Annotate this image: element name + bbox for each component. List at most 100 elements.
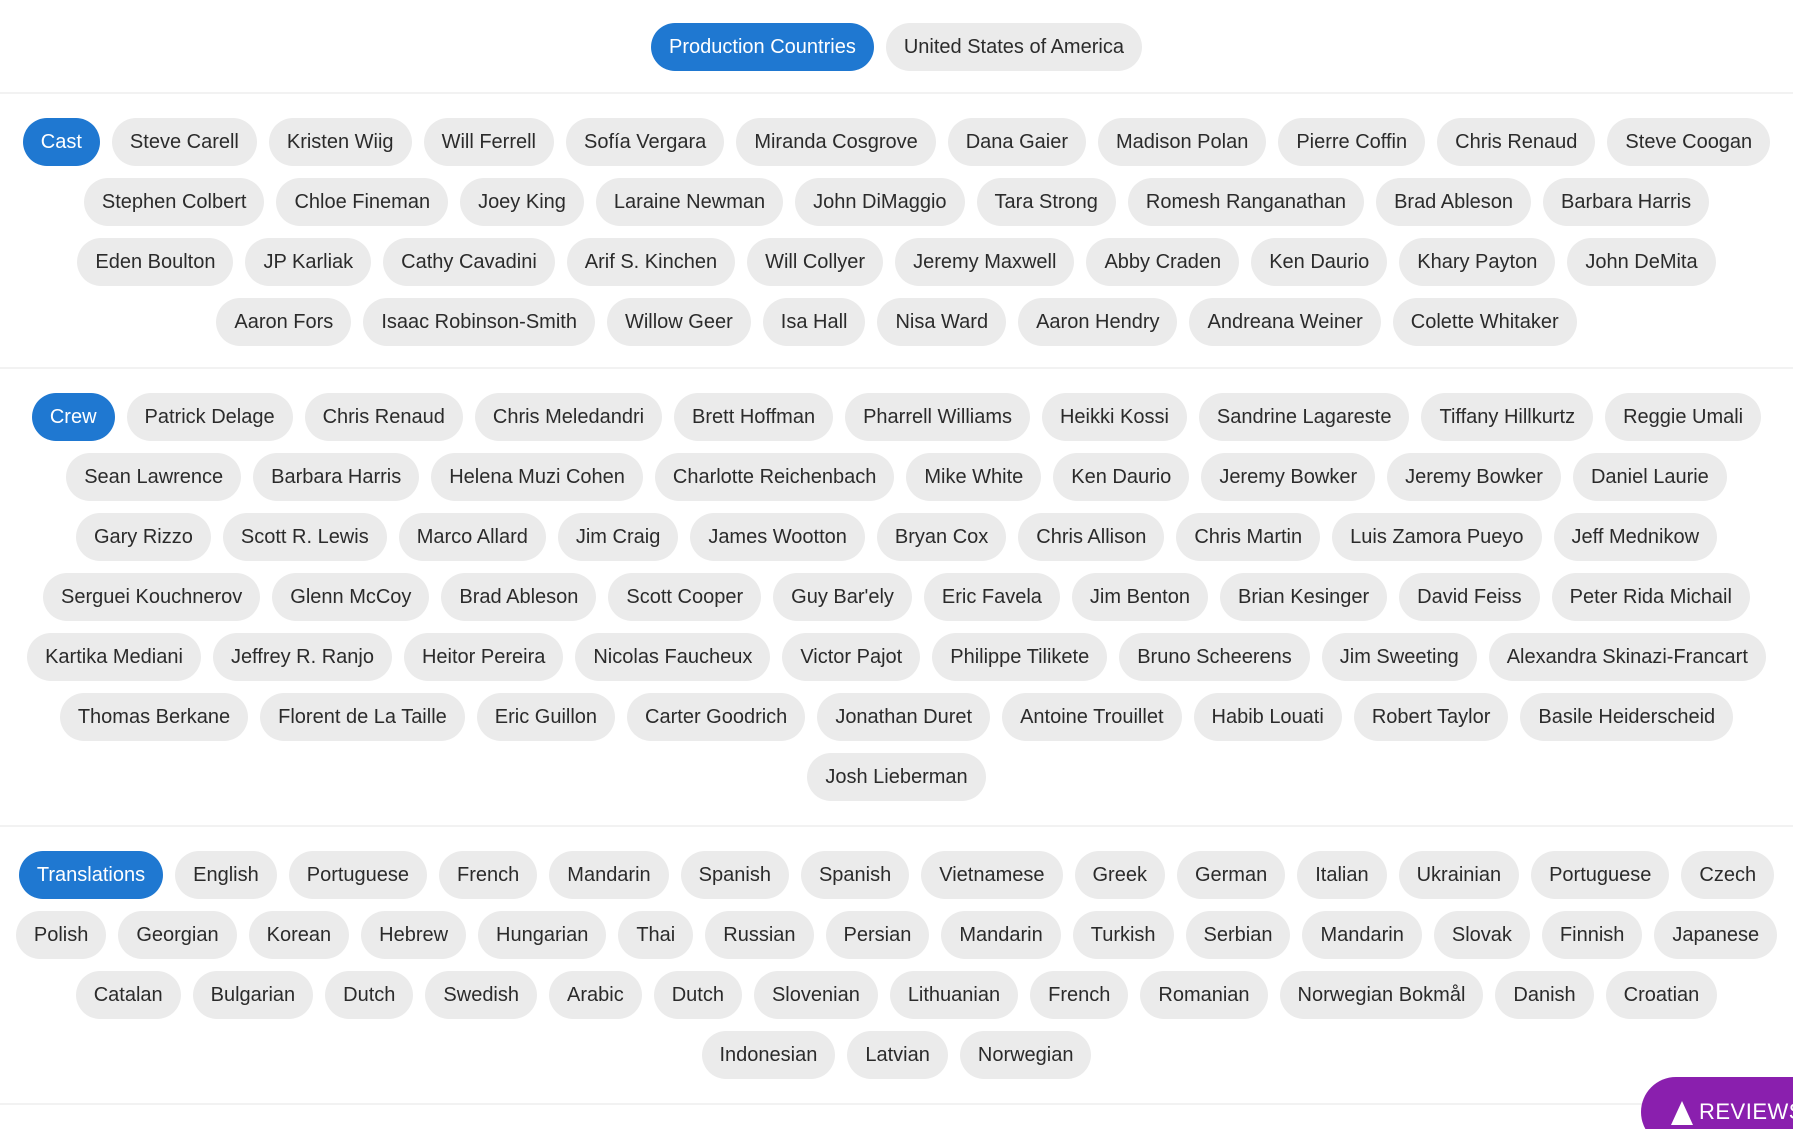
cast-member-chip[interactable]: John DeMita: [1567, 238, 1716, 286]
crew-member-chip[interactable]: Jeff Mednikow: [1553, 513, 1718, 561]
translation-chip[interactable]: Russian: [705, 911, 814, 959]
translation-chip[interactable]: Hebrew: [361, 911, 467, 959]
translation-chip[interactable]: Dutch: [653, 971, 742, 1019]
crew-member-chip[interactable]: Sean Lawrence: [66, 453, 242, 501]
crew-member-chip[interactable]: Charlotte Reichenbach: [654, 453, 895, 501]
translation-chip[interactable]: Lithuanian: [889, 971, 1019, 1019]
cast-member-chip[interactable]: Brad Ableson: [1376, 178, 1532, 226]
crew-member-chip[interactable]: Jim Craig: [557, 513, 679, 561]
crew-member-chip[interactable]: Bryan Cox: [876, 513, 1007, 561]
cast-member-chip[interactable]: Jeremy Maxwell: [895, 238, 1075, 286]
crew-member-chip[interactable]: Alexandra Skinazi-Francart: [1488, 633, 1766, 681]
cast-member-chip[interactable]: Arif S. Kinchen: [566, 238, 736, 286]
cast-member-chip[interactable]: Colette Whitaker: [1392, 298, 1577, 346]
crew-member-chip[interactable]: Marco Allard: [398, 513, 546, 561]
crew-member-chip[interactable]: Nicolas Faucheux: [575, 633, 771, 681]
crew-member-chip[interactable]: Brian Kesinger: [1219, 573, 1388, 621]
crew-member-chip[interactable]: Florent de La Taille: [260, 693, 465, 741]
crew-member-chip[interactable]: Josh Lieberman: [807, 753, 986, 801]
cast-member-chip[interactable]: Dana Gaier: [947, 118, 1087, 166]
crew-member-chip[interactable]: Scott Cooper: [608, 573, 762, 621]
translation-chip[interactable]: Hungarian: [478, 911, 607, 959]
cast-member-chip[interactable]: Stephen Colbert: [83, 178, 265, 226]
translation-chip[interactable]: Slovenian: [753, 971, 878, 1019]
cast-member-chip[interactable]: Pierre Coffin: [1278, 118, 1426, 166]
cast-member-chip[interactable]: Abby Craden: [1086, 238, 1240, 286]
translation-chip[interactable]: Portuguese: [1531, 851, 1670, 899]
crew-heading-chip[interactable]: Crew: [31, 393, 115, 441]
crew-member-chip[interactable]: Scott R. Lewis: [222, 513, 387, 561]
translation-chip[interactable]: Mandarin: [1302, 911, 1422, 959]
translation-chip[interactable]: Latvian: [847, 1031, 948, 1079]
crew-member-chip[interactable]: Heitor Pereira: [403, 633, 564, 681]
crew-member-chip[interactable]: Chris Allison: [1018, 513, 1165, 561]
translation-chip[interactable]: Polish: [15, 911, 107, 959]
crew-member-chip[interactable]: James Wootton: [690, 513, 865, 561]
crew-member-chip[interactable]: Gary Rizzo: [75, 513, 211, 561]
crew-member-chip[interactable]: Eric Guillon: [476, 693, 616, 741]
production-heading-chip[interactable]: Production Countries: [651, 23, 874, 71]
translation-chip[interactable]: Bulgarian: [192, 971, 314, 1019]
cast-heading-chip[interactable]: Cast: [22, 118, 100, 166]
crew-member-chip[interactable]: Kartika Mediani: [27, 633, 201, 681]
crew-member-chip[interactable]: Patrick Delage: [126, 393, 293, 441]
translation-chip[interactable]: Czech: [1681, 851, 1775, 899]
translation-chip[interactable]: Mandarin: [549, 851, 669, 899]
crew-member-chip[interactable]: Daniel Laurie: [1572, 453, 1727, 501]
cast-member-chip[interactable]: Isa Hall: [762, 298, 866, 346]
cast-member-chip[interactable]: Nisa Ward: [877, 298, 1007, 346]
crew-member-chip[interactable]: Jeremy Bowker: [1201, 453, 1376, 501]
crew-member-chip[interactable]: Glenn McCoy: [272, 573, 430, 621]
crew-member-chip[interactable]: Chris Renaud: [304, 393, 463, 441]
cast-member-chip[interactable]: Khary Payton: [1399, 238, 1556, 286]
reviews-button[interactable]: REVIEWS: [1641, 1077, 1793, 1129]
cast-member-chip[interactable]: Joey King: [460, 178, 584, 226]
crew-member-chip[interactable]: Eric Favela: [923, 573, 1060, 621]
translation-chip[interactable]: Ukrainian: [1398, 851, 1520, 899]
translation-chip[interactable]: Croatian: [1605, 971, 1718, 1019]
crew-member-chip[interactable]: Thomas Berkane: [59, 693, 249, 741]
crew-member-chip[interactable]: Bruno Scheerens: [1119, 633, 1310, 681]
cast-member-chip[interactable]: Chris Renaud: [1437, 118, 1596, 166]
translation-chip[interactable]: Thai: [618, 911, 694, 959]
translation-chip[interactable]: Indonesian: [701, 1031, 836, 1079]
production-country-chip[interactable]: United States of America: [885, 23, 1142, 71]
cast-member-chip[interactable]: Eden Boulton: [77, 238, 234, 286]
crew-member-chip[interactable]: Guy Bar'ely: [773, 573, 912, 621]
cast-member-chip[interactable]: Cathy Cavadini: [383, 238, 555, 286]
translation-chip[interactable]: Greek: [1074, 851, 1165, 899]
crew-member-chip[interactable]: Sandrine Lagareste: [1198, 393, 1410, 441]
translation-chip[interactable]: English: [175, 851, 277, 899]
crew-member-chip[interactable]: Luis Zamora Pueyo: [1332, 513, 1542, 561]
translation-chip[interactable]: French: [439, 851, 538, 899]
translation-chip[interactable]: Georgian: [118, 911, 237, 959]
cast-member-chip[interactable]: Tara Strong: [976, 178, 1116, 226]
cast-member-chip[interactable]: Ken Daurio: [1251, 238, 1388, 286]
crew-member-chip[interactable]: Brett Hoffman: [674, 393, 834, 441]
cast-member-chip[interactable]: Will Collyer: [747, 238, 884, 286]
crew-member-chip[interactable]: Jeffrey R. Ranjo: [212, 633, 392, 681]
crew-member-chip[interactable]: Habib Louati: [1193, 693, 1342, 741]
crew-member-chip[interactable]: Ken Daurio: [1053, 453, 1190, 501]
crew-member-chip[interactable]: Brad Ableson: [441, 573, 597, 621]
translation-chip[interactable]: Slovak: [1433, 911, 1530, 959]
translation-chip[interactable]: Portuguese: [288, 851, 428, 899]
translation-chip[interactable]: Italian: [1297, 851, 1387, 899]
crew-member-chip[interactable]: Heikki Kossi: [1041, 393, 1187, 441]
crew-member-chip[interactable]: Jim Sweeting: [1321, 633, 1477, 681]
cast-member-chip[interactable]: Laraine Newman: [595, 178, 784, 226]
crew-member-chip[interactable]: Mike White: [906, 453, 1042, 501]
crew-member-chip[interactable]: Antoine Trouillet: [1002, 693, 1182, 741]
translation-chip[interactable]: Korean: [248, 911, 350, 959]
cast-member-chip[interactable]: Chloe Fineman: [276, 178, 449, 226]
crew-member-chip[interactable]: Chris Meledandri: [474, 393, 663, 441]
translation-chip[interactable]: Danish: [1495, 971, 1594, 1019]
crew-member-chip[interactable]: Jonathan Duret: [817, 693, 991, 741]
crew-member-chip[interactable]: Tiffany Hillkurtz: [1421, 393, 1594, 441]
crew-member-chip[interactable]: Robert Taylor: [1353, 693, 1509, 741]
crew-member-chip[interactable]: Pharrell Williams: [845, 393, 1030, 441]
translation-chip[interactable]: Romanian: [1140, 971, 1268, 1019]
crew-member-chip[interactable]: David Feiss: [1399, 573, 1540, 621]
cast-member-chip[interactable]: JP Karliak: [245, 238, 372, 286]
crew-member-chip[interactable]: Helena Muzi Cohen: [431, 453, 643, 501]
